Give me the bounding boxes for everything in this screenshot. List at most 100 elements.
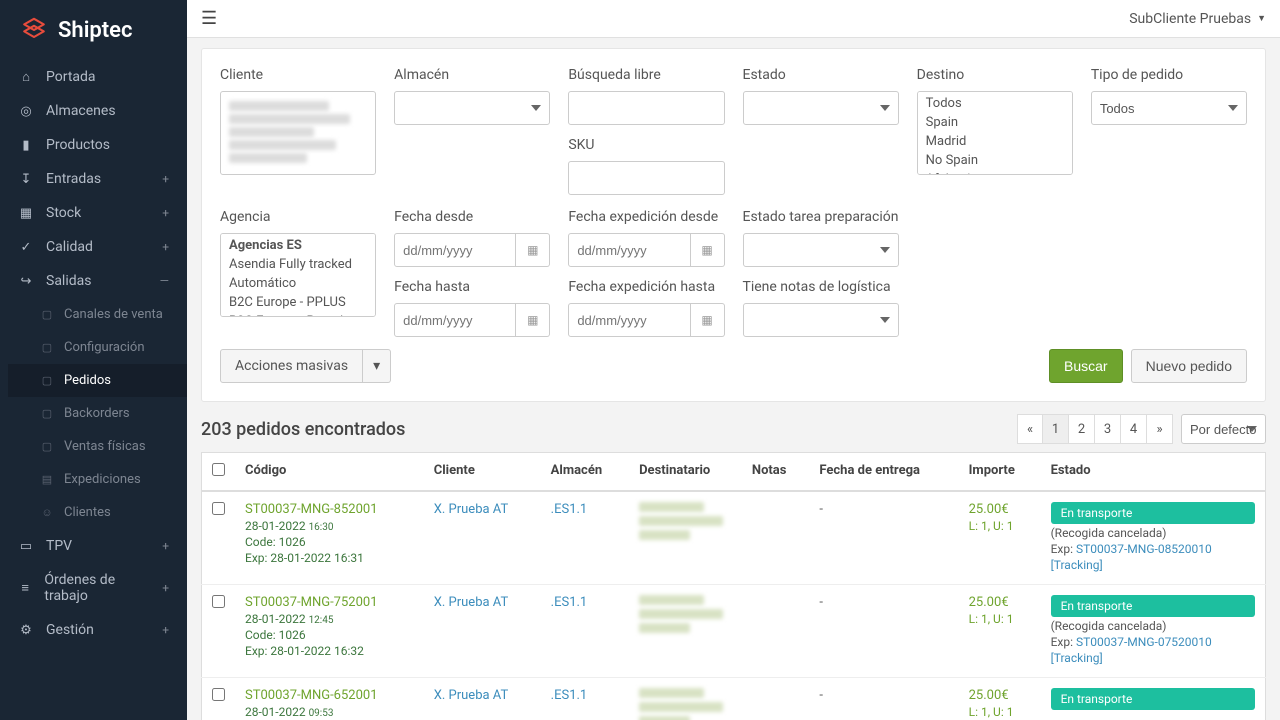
fecha-exp-hasta-input[interactable] bbox=[568, 303, 690, 337]
estado-select[interactable] bbox=[743, 91, 899, 125]
destino-option[interactable]: Madrid bbox=[918, 132, 1072, 151]
order-code[interactable]: ST00037-MNG-652001 bbox=[245, 688, 414, 703]
doc-icon: ▢ bbox=[40, 308, 54, 321]
nav-calidad[interactable]: ✓Calidad+ bbox=[0, 230, 187, 264]
nav-ventas[interactable]: ▢Ventas físicas bbox=[8, 430, 187, 463]
warehouse-link[interactable]: .ES1.1 bbox=[551, 595, 588, 610]
nav-productos[interactable]: ▮Productos bbox=[0, 128, 187, 162]
orders-table: Código Cliente Almacén Destinatario Nota… bbox=[201, 452, 1266, 720]
nav-config[interactable]: ▢Configuración bbox=[8, 331, 187, 364]
nav-backorders[interactable]: ▢Backorders bbox=[8, 397, 187, 430]
page-link[interactable]: 4 bbox=[1121, 414, 1147, 444]
almacen-select[interactable] bbox=[394, 91, 550, 125]
warehouse-link[interactable]: .ES1.1 bbox=[551, 502, 588, 517]
destino-option[interactable]: Afghanistan bbox=[918, 170, 1072, 175]
nav-stock[interactable]: ▦Stock+ bbox=[0, 196, 187, 230]
destinatario-redacted bbox=[639, 595, 732, 633]
busqueda-input[interactable] bbox=[568, 91, 724, 125]
agencia-option[interactable]: Agencias ES bbox=[221, 236, 375, 255]
row-checkbox[interactable] bbox=[212, 688, 225, 701]
results-count: 203 pedidos encontrados bbox=[201, 419, 405, 440]
tracking-link[interactable]: [Tracking] bbox=[1051, 558, 1255, 572]
menu-toggle-icon[interactable]: ☰ bbox=[201, 8, 217, 29]
select-all-checkbox[interactable] bbox=[212, 463, 225, 476]
expand-icon: + bbox=[162, 581, 169, 595]
exp-link[interactable]: ST00037-MNG-08520010 bbox=[1076, 542, 1212, 556]
field-tipo: Tipo de pedido Todos bbox=[1091, 67, 1247, 195]
grid-icon: ▦ bbox=[18, 206, 34, 221]
signout-icon: ↪ bbox=[18, 274, 34, 289]
nav-ordenes[interactable]: ≡Órdenes de trabajo+ bbox=[0, 563, 187, 613]
collapse-icon: — bbox=[160, 274, 169, 288]
nav-canales[interactable]: ▢Canales de venta bbox=[8, 298, 187, 331]
expand-icon: + bbox=[162, 240, 169, 254]
fecha-desde-input[interactable] bbox=[394, 233, 516, 267]
field-busqueda: Búsqueda libre SKU bbox=[568, 67, 724, 195]
page-link[interactable]: 3 bbox=[1095, 414, 1121, 444]
nav-salidas[interactable]: ↪Salidas— bbox=[0, 264, 187, 298]
client-link[interactable]: X. Prueba AT bbox=[434, 502, 508, 517]
expand-icon: + bbox=[162, 172, 169, 186]
destino-listbox[interactable]: TodosSpainMadridNo SpainAfghanistan bbox=[917, 91, 1073, 175]
row-checkbox[interactable] bbox=[212, 502, 225, 515]
cliente-listbox[interactable] bbox=[220, 91, 376, 175]
nav-entradas[interactable]: ↧Entradas+ bbox=[0, 162, 187, 196]
status-badge: En transporte bbox=[1051, 688, 1255, 710]
table-row: ST00037-MNG-75200128-01-2022 12:45Code: … bbox=[202, 585, 1266, 678]
fecha-exp-desde-input[interactable] bbox=[568, 233, 690, 267]
expand-icon: + bbox=[162, 623, 169, 637]
tipo-select[interactable]: Todos bbox=[1091, 91, 1247, 125]
tracking-link[interactable]: [Tracking] bbox=[1051, 651, 1255, 665]
agencia-option[interactable]: Automático bbox=[221, 274, 375, 293]
page-link[interactable]: » bbox=[1147, 414, 1173, 444]
expand-icon: + bbox=[162, 206, 169, 220]
notas-log-select[interactable] bbox=[743, 303, 899, 337]
subclient-dropdown[interactable]: SubCliente Pruebas ▼ bbox=[1129, 11, 1266, 27]
doc-icon: ▢ bbox=[40, 341, 54, 354]
page-link[interactable]: « bbox=[1017, 414, 1043, 444]
destino-option[interactable]: No Spain bbox=[918, 151, 1072, 170]
destino-option[interactable]: Todos bbox=[918, 94, 1072, 113]
nav-portada[interactable]: ⌂Portada bbox=[0, 60, 187, 94]
agencia-option[interactable]: B2C Europe - PPLUS bbox=[221, 293, 375, 312]
field-cliente: Cliente bbox=[220, 67, 376, 195]
mass-actions-dropdown[interactable]: Acciones masivas ▾ bbox=[220, 349, 391, 383]
order-code[interactable]: ST00037-MNG-852001 bbox=[245, 502, 414, 517]
sort-select[interactable]: Por defecto bbox=[1181, 414, 1266, 444]
results-header: 203 pedidos encontrados «1234» Por defec… bbox=[201, 414, 1266, 444]
logo[interactable]: Shiptec bbox=[0, 0, 187, 60]
nav-tpv[interactable]: ▭TPV+ bbox=[0, 529, 187, 563]
caret-down-icon[interactable]: ▾ bbox=[363, 349, 391, 383]
search-button[interactable]: Buscar bbox=[1049, 349, 1123, 383]
client-link[interactable]: X. Prueba AT bbox=[434, 688, 508, 703]
row-checkbox[interactable] bbox=[212, 595, 225, 608]
page-link[interactable]: 2 bbox=[1069, 414, 1095, 444]
exp-link[interactable]: ST00037-MNG-07520010 bbox=[1076, 635, 1212, 649]
nav-gestion[interactable]: ⚙Gestión+ bbox=[0, 613, 187, 647]
estado-tarea-select[interactable] bbox=[743, 233, 899, 267]
fecha-hasta-input[interactable] bbox=[394, 303, 516, 337]
sidebar: Shiptec ⌂Portada ◎Almacenes ▮Productos ↧… bbox=[0, 0, 187, 720]
calendar-icon[interactable]: ▦ bbox=[691, 303, 725, 337]
sku-input[interactable] bbox=[568, 161, 724, 195]
actions-row: Acciones masivas ▾ Buscar Nuevo pedido bbox=[220, 349, 1247, 383]
nav-expediciones[interactable]: ▤Expediciones bbox=[8, 463, 187, 496]
agencia-option[interactable]: B2C Europe - Postal Nac. bbox=[221, 312, 375, 317]
list-icon: ≡ bbox=[18, 580, 32, 596]
field-almacen: Almacén bbox=[394, 67, 550, 195]
warehouse-link[interactable]: .ES1.1 bbox=[551, 688, 588, 703]
expand-icon: + bbox=[162, 539, 169, 553]
new-order-button[interactable]: Nuevo pedido bbox=[1131, 349, 1247, 383]
agencia-listbox[interactable]: Agencias ESAsendia Fully trackedAutomáti… bbox=[220, 233, 376, 317]
nav-almacenes[interactable]: ◎Almacenes bbox=[0, 94, 187, 128]
calendar-icon[interactable]: ▦ bbox=[691, 233, 725, 267]
page-link[interactable]: 1 bbox=[1043, 414, 1069, 444]
agencia-option[interactable]: Asendia Fully tracked bbox=[221, 255, 375, 274]
order-code[interactable]: ST00037-MNG-752001 bbox=[245, 595, 414, 610]
calendar-icon[interactable]: ▦ bbox=[516, 233, 550, 267]
destino-option[interactable]: Spain bbox=[918, 113, 1072, 132]
nav-clientes[interactable]: ☺Clientes bbox=[8, 496, 187, 529]
calendar-icon[interactable]: ▦ bbox=[516, 303, 550, 337]
nav-pedidos[interactable]: ▢Pedidos bbox=[8, 364, 187, 397]
client-link[interactable]: X. Prueba AT bbox=[434, 595, 508, 610]
